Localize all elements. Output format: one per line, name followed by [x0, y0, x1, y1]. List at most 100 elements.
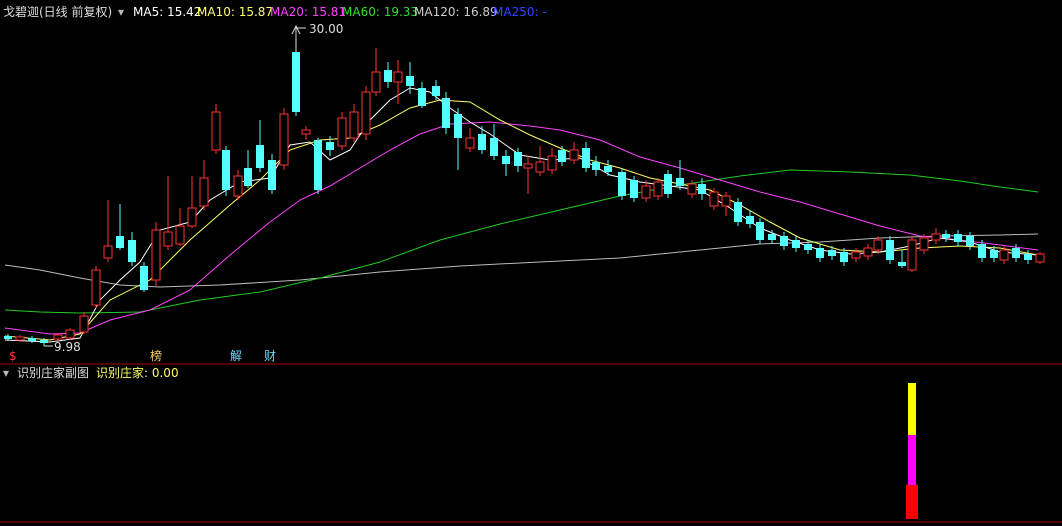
candle-body — [65, 329, 75, 339]
candle-body — [337, 117, 347, 147]
candle-body — [840, 252, 848, 262]
candle-body — [233, 175, 243, 197]
candle-body — [816, 248, 824, 258]
indicator-bar-middle — [908, 435, 916, 485]
candle-body — [569, 149, 579, 161]
candle-body — [116, 236, 124, 248]
candle-body — [734, 202, 742, 222]
candle-body — [211, 111, 221, 151]
candle-body — [256, 145, 264, 168]
candle-body — [199, 177, 209, 207]
indicator-bar-top — [908, 383, 916, 435]
candle-body — [780, 236, 788, 246]
ma5-label: MA5: 15.42 — [133, 5, 201, 19]
candle-body — [28, 338, 36, 341]
candle-body — [582, 148, 590, 168]
candle-body — [490, 138, 498, 156]
candle-body — [919, 237, 929, 251]
candle-body — [514, 152, 522, 166]
candle-body — [454, 114, 462, 138]
candle-body — [314, 140, 322, 190]
candle-body — [79, 315, 89, 333]
event-marker-unlock[interactable]: 解 — [230, 349, 242, 363]
event-marker-dividend[interactable]: $ — [9, 349, 17, 363]
candle-body — [4, 336, 12, 339]
candle-body — [907, 239, 917, 271]
candle-body — [349, 111, 359, 139]
candle-body — [630, 180, 638, 198]
candle-body — [244, 168, 252, 186]
price-high-label: 30.00 — [309, 22, 343, 36]
candle-body — [641, 185, 651, 199]
candle-body — [558, 150, 566, 162]
candle-body — [592, 162, 600, 170]
candle-body — [1035, 253, 1045, 263]
candle-body — [1024, 254, 1032, 260]
candle-body — [978, 244, 986, 258]
candle-body — [279, 113, 289, 166]
candle-body — [128, 240, 136, 262]
candle-body — [187, 207, 197, 227]
event-marker-list[interactable]: 榜 — [150, 348, 162, 363]
ma120-label: MA120: 16.89 — [414, 5, 498, 19]
candle-body — [222, 150, 230, 190]
candle-body — [954, 234, 962, 242]
candle-body — [653, 181, 663, 197]
candle-body — [990, 250, 998, 258]
candle-body — [40, 340, 48, 343]
candle-body — [301, 129, 311, 135]
candle-body — [746, 216, 754, 224]
indicator-bar-bottom — [906, 485, 918, 519]
candle-body — [851, 251, 861, 259]
indicator-value-label: 识别庄家: 0.00 — [96, 365, 179, 380]
candle-body — [371, 71, 381, 93]
candle-body — [465, 137, 475, 149]
candle-body — [140, 266, 148, 290]
candle-body — [442, 98, 450, 128]
candle-body — [966, 236, 974, 246]
candle-body — [547, 155, 557, 171]
price-low-label: 9.98 — [54, 340, 81, 354]
candle-body — [478, 134, 486, 150]
candle-body — [175, 225, 185, 245]
ma60-label: MA60: 19.33 — [342, 5, 418, 19]
candle-body — [604, 166, 612, 172]
candle-body — [804, 244, 812, 250]
candle-body — [709, 191, 719, 207]
candle-body — [828, 250, 836, 256]
candle-body — [931, 233, 941, 241]
candle-body — [384, 70, 392, 82]
candle-body — [432, 86, 440, 96]
candle-body — [523, 163, 533, 169]
candle-body — [898, 262, 906, 266]
candle-body — [151, 229, 161, 281]
candle-body — [103, 245, 113, 259]
ma250-label: MA250: - — [493, 5, 547, 19]
candle-body — [292, 52, 300, 112]
candle-body — [418, 88, 426, 106]
candle-body — [698, 184, 706, 194]
candle-body — [676, 178, 684, 186]
candle-body — [942, 234, 950, 238]
collapse-icon-sub[interactable]: ▾ — [3, 366, 9, 380]
candle-body — [618, 172, 626, 196]
candle-body — [163, 231, 173, 247]
stock-title: 戈碧迦(日线 前复权) — [3, 4, 112, 19]
candle-body — [326, 142, 334, 150]
candle-body — [873, 239, 883, 251]
candle-body — [535, 161, 545, 173]
ma20-label: MA20: 15.81 — [270, 5, 346, 19]
candle-body — [756, 222, 764, 240]
candle-body — [406, 76, 414, 86]
kline-chart-window[interactable]: 戈碧迦(日线 前复权) ▾ MA5: 15.42 MA10: 15.87 MA2… — [0, 0, 1062, 526]
collapse-icon-main[interactable]: ▾ — [118, 5, 124, 19]
candle-body — [1012, 248, 1020, 258]
candle-body — [721, 195, 731, 207]
candle-body — [361, 91, 371, 135]
candle-body — [15, 336, 25, 341]
event-marker-finance[interactable]: 财 — [264, 349, 276, 363]
candle-body — [863, 247, 873, 257]
ma10-label: MA10: 15.87 — [197, 5, 273, 19]
sub-chart-title: 识别庄家副图 — [17, 365, 89, 380]
header-bar: 戈碧迦(日线 前复权) ▾ MA5: 15.42 MA10: 15.87 MA2… — [3, 4, 547, 19]
